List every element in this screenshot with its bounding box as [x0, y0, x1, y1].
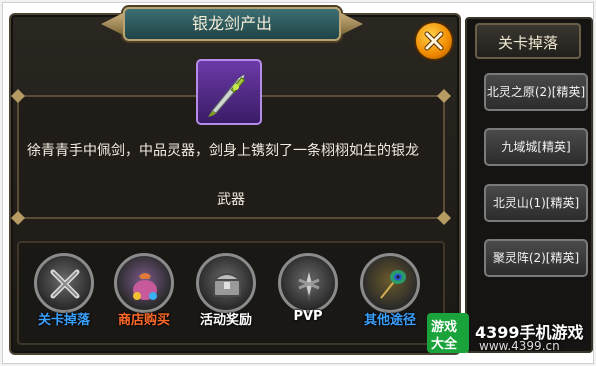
source-label: 商店购买 — [117, 313, 170, 328]
watermark-url: www.4399.cn — [479, 339, 560, 353]
treasure-chest-icon — [211, 273, 243, 297]
source-label: 其他途径 — [363, 313, 416, 328]
dialog-title: 银龙剑产出 — [191, 14, 272, 33]
source-ring — [196, 253, 256, 313]
stage-button[interactable]: 聚灵阵(2)[精英] — [484, 239, 588, 277]
source-other-button[interactable]: 其他途径 — [349, 251, 431, 343]
silver-dragon-sword-icon — [208, 73, 246, 117]
source-ring — [360, 253, 420, 313]
watermark-logo-bottom: 大全 — [431, 337, 458, 352]
stage-button[interactable]: 北灵之原(2)[精英] — [484, 73, 588, 111]
dialog-title-plate: 银龙剑产出 — [101, 7, 341, 41]
source-pvp-button[interactable]: PVP — [267, 251, 349, 343]
item-description: 徐青青手中佩剑，中品灵器，剑身上镌刻了一条栩栩如生的银龙 — [27, 143, 419, 159]
money-bag-icon — [133, 273, 157, 300]
close-button[interactable] — [414, 21, 454, 61]
source-label: 活动奖励 — [199, 313, 252, 328]
item-icon-slot[interactable] — [196, 59, 262, 125]
stage-button[interactable]: 北灵山(1)[精英] — [484, 184, 588, 222]
screenshot-frame: 银龙剑产出 徐青青手中佩剑，中品灵器，剑身上镌刻了一条栩栩如生的银龙 武器 关卡… — [2, 2, 594, 364]
stage-button[interactable]: 九域城[精英] — [484, 128, 588, 166]
source-stage-drop-button[interactable]: 关卡掉落 — [23, 251, 105, 343]
source-label: PVP — [293, 309, 323, 324]
source-ring — [34, 253, 94, 313]
source-event-reward-button[interactable]: 活动奖励 — [185, 251, 267, 343]
item-type: 武器 — [217, 192, 245, 208]
close-icon — [424, 31, 444, 51]
pvp-blade-icon — [298, 266, 320, 302]
source-ring — [114, 253, 174, 313]
source-label: 关卡掉落 — [37, 313, 90, 328]
source-shop-button[interactable]: 商店购买 — [103, 251, 185, 343]
crossed-swords-icon — [50, 269, 80, 299]
watermark-logo: 游戏 大全 — [427, 313, 469, 353]
stage-drop-header: 关卡掉落 — [475, 23, 581, 59]
source-ring — [278, 253, 338, 313]
peacock-feather-icon — [380, 270, 406, 299]
